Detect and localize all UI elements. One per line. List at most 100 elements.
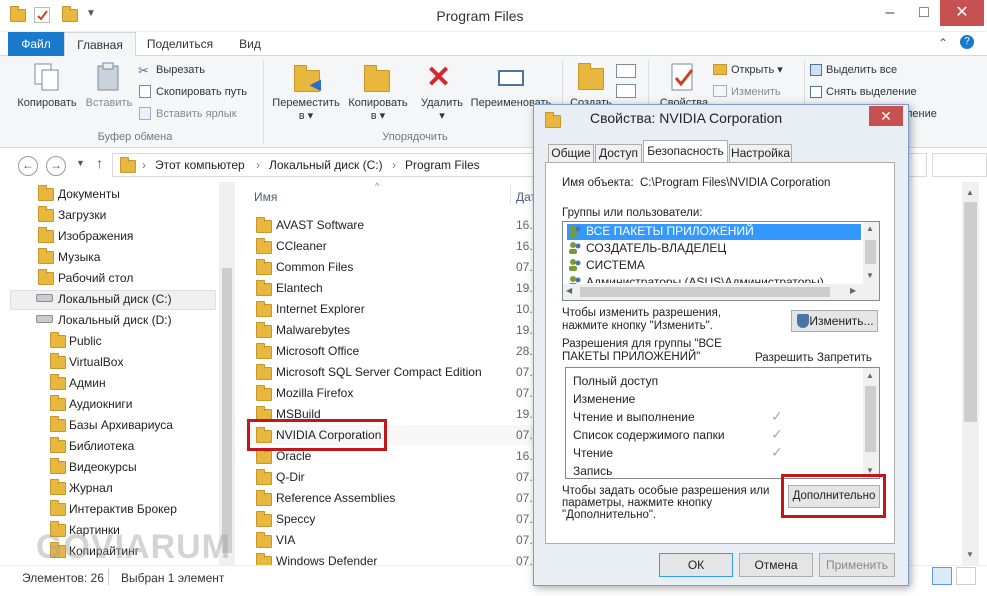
breadcrumb-this-pc[interactable]: Этот компьютер	[155, 158, 245, 172]
tab-customize[interactable]: Настройка	[729, 144, 792, 162]
nav-item[interactable]: Музыка	[58, 247, 100, 267]
tab-view[interactable]: Вид	[228, 32, 272, 56]
users-scroll-up-icon[interactable]: ▲	[866, 224, 874, 233]
file-row-date: 07.	[516, 470, 533, 484]
file-row-name[interactable]: Microsoft SQL Server Compact Edition	[276, 362, 482, 383]
file-row-date: 19.	[516, 323, 533, 337]
new-folder-quick-icon[interactable]	[62, 6, 78, 22]
delete-button[interactable]: Удалить	[418, 97, 466, 110]
file-row-name[interactable]: Malwarebytes	[276, 320, 350, 341]
users-scroll-right-icon[interactable]: ▶	[850, 286, 856, 295]
users-hscroll-thumb[interactable]	[580, 287, 830, 297]
ok-button[interactable]: ОК	[659, 553, 733, 577]
change-button[interactable]: Изменить...	[791, 310, 878, 332]
user-row[interactable]: СИСТЕМА	[566, 257, 860, 274]
recent-locations-icon[interactable]: ▼	[76, 158, 85, 168]
perm-vscroll-thumb[interactable]	[865, 386, 876, 452]
file-row-name[interactable]: VIA	[276, 530, 295, 551]
nav-item[interactable]: Локальный диск (D:)	[58, 310, 172, 330]
copy-path-button[interactable]: Скопировать путь	[156, 86, 247, 99]
copy-to-button[interactable]: Копировать	[342, 97, 414, 110]
minimize-icon[interactable]: –	[871, 0, 909, 26]
file-row-name[interactable]: Speccy	[276, 509, 315, 530]
file-row-name[interactable]: Microsoft Office	[276, 341, 359, 362]
large-icons-view-icon[interactable]	[956, 567, 976, 585]
column-header-name[interactable]: Имя	[254, 190, 277, 204]
properties-quick-icon[interactable]	[34, 7, 50, 23]
delete-dropdown-icon[interactable]: ▾	[418, 110, 466, 123]
nav-item[interactable]: Аудиокниги	[69, 394, 133, 414]
file-row-name[interactable]: Internet Explorer	[276, 299, 365, 320]
nav-item[interactable]: Видеокурсы	[69, 457, 137, 477]
file-row-name[interactable]: Q-Dir	[276, 467, 305, 488]
file-row-name[interactable]: Reference Assemblies	[276, 488, 395, 509]
cut-button[interactable]: Вырезать	[156, 64, 205, 77]
tab-security[interactable]: Безопасность	[643, 140, 728, 163]
scroll-down-icon[interactable]: ▼	[966, 550, 974, 559]
users-vscroll-thumb[interactable]	[865, 240, 876, 264]
file-row-name[interactable]: CCleaner	[276, 236, 327, 257]
copy-button[interactable]: Копировать	[10, 97, 84, 110]
details-view-icon[interactable]	[932, 567, 952, 585]
tab-share[interactable]: Поделиться	[140, 32, 220, 56]
up-button[interactable]: ↑	[96, 155, 103, 171]
close-icon[interactable]: ✕	[940, 0, 984, 26]
nav-item[interactable]: Public	[69, 331, 102, 351]
file-row-name[interactable]: Elantech	[276, 278, 323, 299]
users-scroll-down-icon[interactable]: ▼	[866, 271, 874, 280]
move-to-dropdown[interactable]: в ▾	[270, 110, 342, 123]
breadcrumb-program-files[interactable]: Program Files	[405, 158, 480, 172]
tab-sharing[interactable]: Доступ	[595, 144, 642, 162]
cancel-button[interactable]: Отмена	[739, 553, 813, 577]
users-scroll-left-icon[interactable]: ◀	[566, 286, 572, 295]
file-row-name[interactable]: Mozilla Firefox	[276, 383, 353, 404]
select-all-button[interactable]: Выделить все	[826, 64, 897, 77]
nav-item[interactable]: Базы Архивариуса	[69, 415, 173, 435]
nav-item[interactable]: Локальный диск (C:)	[58, 289, 172, 309]
paste-shortcut-button[interactable]: Вставить ярлык	[156, 108, 237, 121]
easy-access-icon[interactable]	[616, 84, 636, 98]
nav-item[interactable]: Админ	[69, 373, 106, 393]
back-button[interactable]: ←	[18, 156, 38, 176]
file-row-date: 28.	[516, 344, 533, 358]
new-item-icon[interactable]	[616, 64, 636, 78]
quick-access-dropdown-icon[interactable]: ▼	[86, 8, 96, 19]
dialog-close-icon[interactable]: ✕	[869, 106, 903, 126]
file-row-name[interactable]: Common Files	[276, 257, 353, 278]
search-input[interactable]	[932, 153, 987, 177]
scroll-up-icon[interactable]: ▲	[966, 188, 974, 197]
copy-to-dropdown[interactable]: в ▾	[342, 110, 414, 123]
nav-item[interactable]: Изображения	[58, 226, 133, 246]
dialog-folder-icon	[545, 112, 561, 128]
paste-button[interactable]: Вставить	[84, 97, 134, 110]
forward-button[interactable]: →	[46, 156, 66, 176]
nav-item[interactable]: Загрузки	[58, 205, 106, 225]
nav-scrollbar-thumb[interactable]	[222, 268, 232, 553]
move-to-button[interactable]: Переместить	[270, 97, 342, 110]
file-list-scrollbar-thumb[interactable]	[964, 202, 977, 422]
tab-home[interactable]: Главная	[64, 32, 136, 57]
organize-group-label: Упорядочить	[382, 131, 448, 143]
open-button[interactable]: Открыть ▾	[731, 64, 783, 77]
file-row-name[interactable]: AVAST Software	[276, 215, 364, 236]
nav-item[interactable]: Журнал	[69, 478, 113, 498]
deselect-button[interactable]: Снять выделение	[826, 86, 917, 99]
user-row[interactable]: СОЗДАТЕЛЬ-ВЛАДЕЛЕЦ	[566, 240, 860, 257]
ribbon-collapse-icon[interactable]: ⌃	[938, 36, 948, 50]
help-icon[interactable]: ?	[960, 35, 974, 49]
nav-item[interactable]: VirtualBox	[69, 352, 123, 372]
nav-item[interactable]: Библиотека	[69, 436, 134, 456]
nav-item[interactable]: Рабочий стол	[58, 268, 133, 288]
nav-item[interactable]: Интерактив Брокер	[69, 499, 177, 519]
perm-scroll-up-icon[interactable]: ▲	[866, 371, 874, 380]
tab-general[interactable]: Общие	[548, 144, 594, 162]
nav-item[interactable]: Документы	[58, 184, 120, 204]
breadcrumb-drive-c[interactable]: Локальный диск (C:)	[269, 158, 383, 172]
apply-button[interactable]: Применить	[819, 553, 895, 577]
maximize-icon[interactable]: □	[905, 0, 943, 26]
edit-button[interactable]: Изменить	[731, 86, 781, 99]
user-row[interactable]: ВСЕ ПАКЕТЫ ПРИЛОЖЕНИЙ	[566, 223, 860, 240]
invert-selection-button[interactable]: ление	[906, 108, 937, 121]
tab-file[interactable]: Файл	[8, 32, 64, 56]
user-row[interactable]: Администраторы (ASUS\Администраторы)	[566, 274, 860, 283]
